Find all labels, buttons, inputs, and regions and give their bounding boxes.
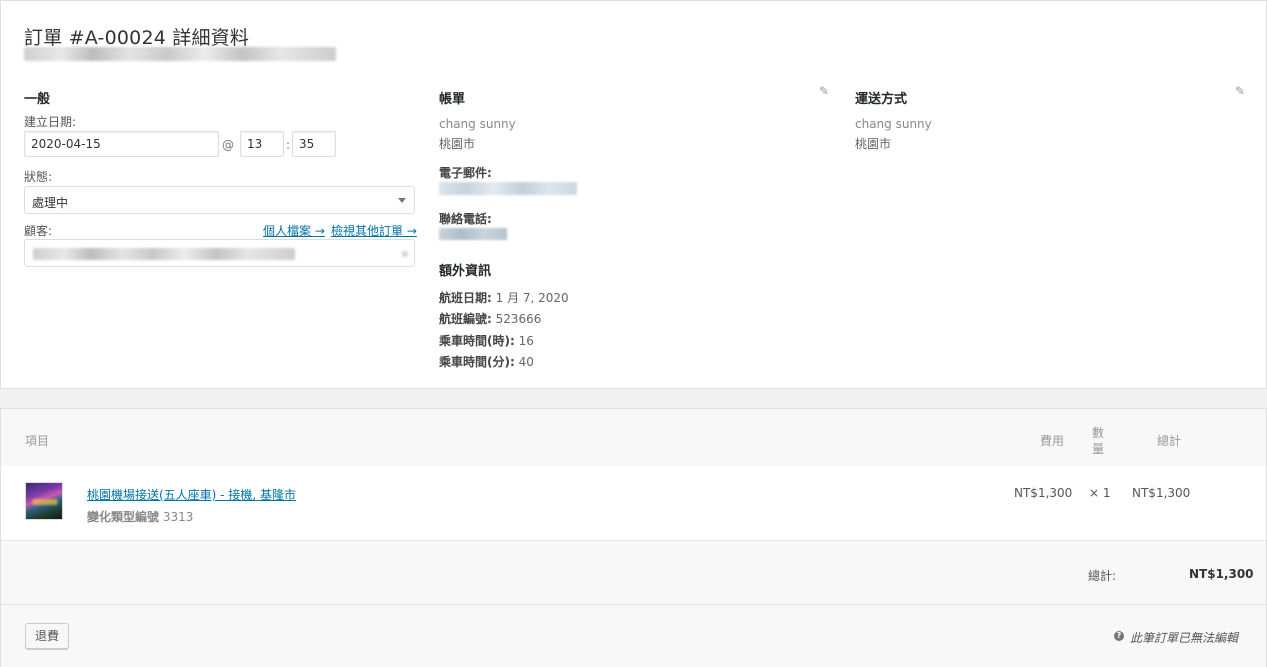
at-symbol: @ bbox=[222, 138, 234, 152]
col-item: 項目 bbox=[25, 434, 50, 448]
status-value: 處理中 bbox=[32, 196, 69, 210]
extra-info-heading: 額外資訊 bbox=[439, 264, 492, 279]
shipping-heading: 運送方式 bbox=[855, 92, 908, 107]
status-label: 狀態: bbox=[24, 170, 53, 184]
billing-city: 桃園市 bbox=[439, 137, 476, 151]
refund-button[interactable]: 退費 bbox=[25, 623, 70, 649]
table-row: 桃園機場接送(五人座車) - 接機, 基隆市 變化類型編號 3313 NT$1,… bbox=[1, 466, 1266, 541]
shipping-name: chang sunny bbox=[855, 117, 932, 131]
customer-profile-link[interactable]: 個人檔案 → bbox=[263, 222, 325, 239]
order-data-panel: 訂單 #A-00024 詳細資料 一般 建立日期: @ : 狀態: 處理中 顧客… bbox=[0, 0, 1267, 389]
hour-input[interactable] bbox=[240, 131, 284, 157]
billing-phone-label: 聯絡電話: bbox=[439, 212, 492, 226]
order-total-value: NT$1,300 bbox=[1189, 567, 1254, 581]
product-name-link[interactable]: 桃園機場接送(五人座車) - 接機, 基隆市 bbox=[87, 486, 296, 503]
not-editable-note: 此筆訂單已無法編輯 bbox=[1130, 631, 1239, 645]
view-other-orders-link[interactable]: 檢視其他訂單 → bbox=[331, 222, 417, 239]
item-qty: × 1 bbox=[1089, 486, 1111, 500]
product-variation-meta: 變化類型編號 3313 bbox=[87, 510, 194, 524]
col-qty-line2: 量 bbox=[1092, 442, 1105, 456]
help-icon[interactable]: ? bbox=[1114, 631, 1124, 641]
col-cost: 費用 bbox=[1040, 434, 1065, 448]
item-total: NT$1,300 bbox=[1132, 486, 1191, 500]
items-table-header: 項目 費用 數 量 總計 bbox=[1, 409, 1266, 466]
order-actions: 退費 ? 此筆訂單已無法編輯 bbox=[1, 605, 1266, 667]
shipping-city: 桃園市 bbox=[855, 137, 892, 151]
general-heading: 一般 bbox=[24, 92, 51, 107]
page-title: 訂單 #A-00024 詳細資料 bbox=[24, 27, 250, 49]
col-total: 總計 bbox=[1157, 434, 1182, 448]
extra-flight-number: 航班編號: 523666 bbox=[439, 312, 542, 326]
time-colon: : bbox=[286, 138, 291, 152]
product-thumbnail bbox=[25, 482, 63, 520]
status-select[interactable]: 處理中 bbox=[24, 186, 415, 214]
billing-name: chang sunny bbox=[439, 117, 516, 131]
extra-ride-minute: 乘車時間(分): 40 bbox=[439, 355, 534, 369]
billing-phone-redacted bbox=[439, 228, 507, 240]
billing-email-label: 電子郵件: bbox=[439, 166, 492, 180]
order-items-panel: 項目 費用 數 量 總計 桃園機場接送(五人座車) - 接機, 基隆市 變化類型… bbox=[0, 408, 1267, 667]
order-subtitle-redacted bbox=[24, 47, 336, 61]
created-date-label: 建立日期: bbox=[24, 115, 77, 129]
edit-shipping-pencil-icon[interactable]: ✎ bbox=[1235, 85, 1247, 97]
order-total-label: 總計: bbox=[1088, 569, 1117, 583]
extra-flight-date: 航班日期: 1 月 7, 2020 bbox=[439, 291, 569, 305]
customer-label: 顧客: bbox=[24, 224, 53, 238]
item-cost: NT$1,300 bbox=[1014, 486, 1073, 500]
customer-select[interactable] bbox=[24, 239, 415, 267]
clear-icon bbox=[402, 251, 408, 257]
edit-billing-pencil-icon[interactable]: ✎ bbox=[819, 85, 831, 97]
date-input[interactable] bbox=[24, 131, 219, 157]
col-qty-line1: 數 bbox=[1092, 426, 1105, 440]
chevron-down-icon bbox=[398, 198, 406, 203]
billing-email-redacted bbox=[439, 182, 577, 195]
minute-input[interactable] bbox=[292, 131, 336, 157]
extra-ride-hour: 乘車時間(時): 16 bbox=[439, 334, 534, 348]
customer-value-redacted bbox=[33, 248, 295, 260]
order-totals: 總計: NT$1,300 bbox=[1, 541, 1266, 605]
billing-heading: 帳單 bbox=[439, 92, 466, 107]
